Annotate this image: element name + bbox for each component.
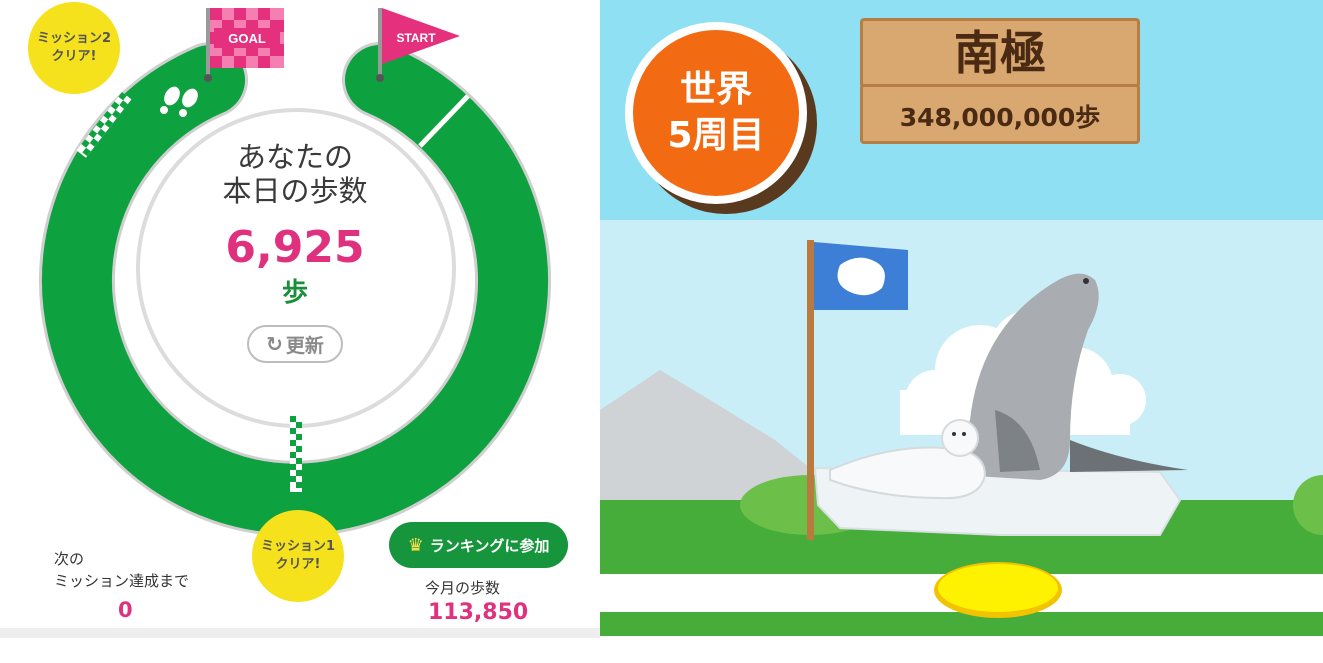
location-name: 南極 xyxy=(954,26,1046,80)
crown-icon: ♛ xyxy=(407,534,424,556)
next-mission-label-line2: ミッション達成まで xyxy=(54,572,190,590)
flag-pole xyxy=(807,240,814,540)
next-mission-label-line1: 次の xyxy=(54,550,85,568)
start-flag-label: START xyxy=(396,31,436,45)
refresh-button[interactable]: ↻ 更新 xyxy=(247,325,343,363)
location-scene: 世界 5周目 南極 348,000,000歩 xyxy=(600,0,1323,663)
mission1-line2: クリア! xyxy=(275,557,321,572)
mission1-line1: ミッション1 xyxy=(260,539,336,554)
monthly-steps-value: 113,850 xyxy=(428,600,529,625)
bottom-divider xyxy=(0,628,600,638)
location-distance: 348,000,000歩 xyxy=(899,103,1101,132)
refresh-icon: ↻ xyxy=(266,332,283,356)
today-heading-line1: あなたの xyxy=(236,140,353,174)
today-steps-value: 6,925 xyxy=(225,222,365,273)
next-mission-label: 次の ミッション達成まで xyxy=(54,548,189,592)
join-ranking-button[interactable]: ♛ ランキングに参加 xyxy=(389,522,568,568)
join-ranking-label: ランキングに参加 xyxy=(429,536,550,555)
world-lap-line2: 5周目 xyxy=(667,115,765,156)
mission2-line2: クリア! xyxy=(51,49,97,64)
location-sign: 南極 348,000,000歩 xyxy=(860,18,1140,144)
mission2-clear-badge: ミッション2 クリア! xyxy=(28,2,120,94)
today-heading-line2: 本日の歩数 xyxy=(222,174,368,208)
next-mission-value: 0 xyxy=(118,598,133,622)
mission1-clear-badge: ミッション1 クリア! xyxy=(252,510,344,602)
mission1-checkpoint xyxy=(290,416,302,492)
goal-flag-label: GOAL xyxy=(228,31,266,46)
mission2-line1: ミッション2 xyxy=(36,31,112,46)
world-lap-line1: 世界 xyxy=(679,69,752,110)
today-steps-heading: あなたの 本日の歩数 xyxy=(190,140,400,208)
step-tracker-panel: GOAL START あなたの 本日の歩数 6,925 歩 ↻ 更新 ミッション… xyxy=(0,0,600,663)
today-steps-unit: 歩 xyxy=(281,278,308,308)
world-lap-badge: 世界 5周目 xyxy=(625,22,807,204)
refresh-button-label: 更新 xyxy=(285,334,324,357)
monthly-steps-label: 今月の歩数 xyxy=(425,579,501,597)
